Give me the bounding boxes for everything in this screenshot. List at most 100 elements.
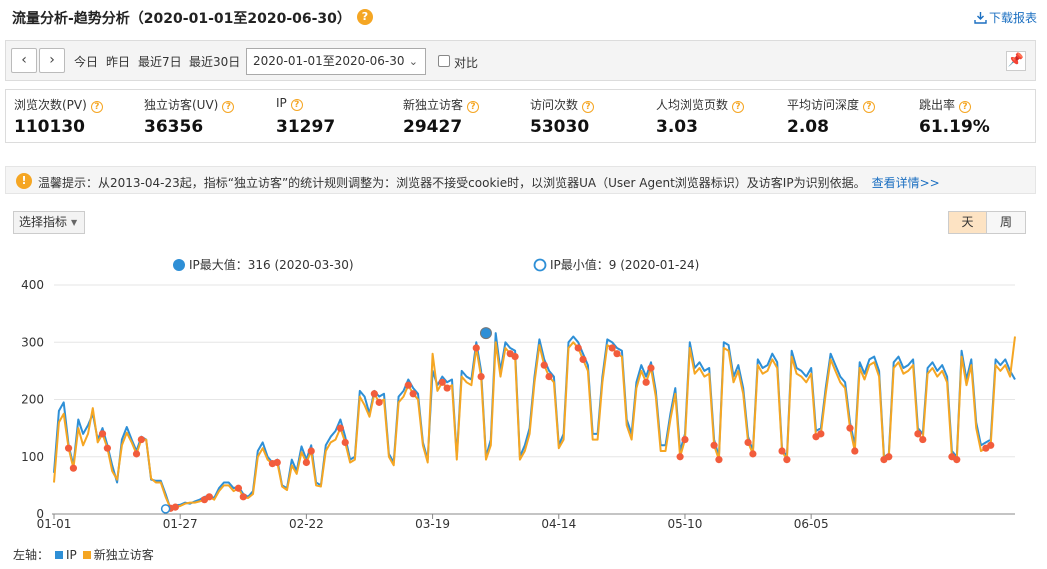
next-period-button[interactable]: › [39, 48, 65, 73]
notice-text: 温馨提示：从2013-04-23起，指标“独立访客”的统计规则调整为：浏览器不接… [38, 174, 940, 191]
weekend-point [579, 355, 587, 364]
min-legend-label: IP最小值：9 (2020-01-24) [550, 257, 699, 272]
min-legend-marker [533, 258, 547, 272]
page-title: 流量分析-趋势分析（2020-01-01至2020-06-30）? [12, 8, 373, 28]
download-icon [974, 12, 987, 24]
weekend-point [443, 384, 451, 392]
metric-label: 浏览次数(PV)? [14, 96, 103, 113]
weekend-point [404, 381, 412, 389]
pin-icon[interactable]: 📌 [1006, 51, 1026, 71]
download-label: 下载报表 [988, 11, 1037, 25]
notice-bar: ! 温馨提示：从2013-04-23起，指标“独立访客”的统计规则调整为：浏览器… [5, 166, 1036, 194]
weekend-point [307, 447, 315, 455]
weekend-point [744, 438, 752, 447]
metric-label-text: 跳出率 [919, 98, 956, 112]
weekend-point [642, 378, 650, 386]
weekend-point [914, 430, 922, 438]
y-tick-label: 300 [21, 335, 44, 349]
metric-label: 平均访问深度? [787, 96, 876, 113]
quick-range-30days[interactable]: 最近30日 [189, 53, 240, 70]
metric-label-text: 浏览次数(PV) [14, 98, 87, 112]
help-icon[interactable]: ? [290, 99, 303, 111]
y-tick-label: 200 [21, 393, 44, 407]
weekend-point [205, 493, 213, 501]
help-icon[interactable]: ? [222, 101, 235, 113]
chevron-down-icon: ⌄ [408, 55, 418, 68]
legend-item-new-visitor[interactable]: 新独立访客 [94, 548, 154, 562]
metric-value: 2.08 [787, 117, 829, 137]
weekend-point [375, 398, 383, 406]
x-tick-label: 01-27 [163, 517, 198, 531]
metric-value: 31297 [276, 117, 336, 137]
x-tick-label: 01-01 [37, 517, 72, 531]
quick-range-yesterday[interactable]: 昨日 [106, 53, 130, 70]
help-icon[interactable]: ? [467, 101, 480, 113]
weekend-point [846, 424, 854, 432]
x-tick-label: 02-22 [289, 517, 324, 531]
legend-swatch-new-visitor [82, 551, 91, 559]
metric-select-button[interactable]: 选择指标 ▼ [13, 211, 85, 234]
metric-label: 独立访客(UV)? [144, 96, 235, 113]
weekend-point [336, 424, 344, 432]
y-tick-label: 400 [21, 278, 44, 292]
legend-swatch-ip [55, 551, 64, 559]
x-tick-label: 05-10 [668, 517, 703, 531]
legend-item-ip[interactable]: IP [66, 548, 77, 562]
weekend-point [341, 438, 349, 447]
weekend-point [171, 503, 179, 511]
notice-details-link[interactable]: 查看详情>> [872, 176, 940, 190]
weekend-point [715, 456, 723, 464]
weekend-point [608, 344, 616, 352]
date-range-value: 2020-01-01至2020-06-30 [253, 54, 405, 68]
help-icon[interactable]: ? [959, 101, 972, 113]
help-icon[interactable]: ? [582, 101, 595, 113]
weekend-point [710, 441, 718, 449]
metric-label-text: 访问次数 [530, 98, 579, 112]
max-legend-label: IP最大值：316 (2020-03-30) [189, 257, 354, 272]
weekend-point [540, 361, 548, 369]
weekend-point [851, 447, 859, 455]
weekend-point [234, 484, 243, 492]
metric-label-text: 平均访问深度 [787, 98, 860, 112]
ip-max-point [479, 327, 492, 340]
download-report-link[interactable]: 下载报表 [974, 9, 1037, 26]
weekend-point [370, 390, 378, 398]
metric-select-label: 选择指标 [19, 215, 68, 229]
metric-value: 61.19% [919, 117, 990, 137]
weekend-point [137, 435, 145, 444]
chart-legend: 左轴： IP 新独立访客 [13, 546, 154, 563]
metric-label: 新独立访客? [403, 96, 480, 113]
ip-series-line [53, 332, 1016, 510]
compare-checkbox[interactable] [438, 55, 450, 67]
weekend-point [676, 453, 684, 461]
granularity-day-button[interactable]: 天 [948, 211, 987, 234]
notice-icon: ! [16, 173, 32, 189]
weekend-point [239, 493, 247, 501]
metric-value: 36356 [144, 117, 204, 137]
date-range-select[interactable]: 2020-01-01至2020-06-30 ⌄ [246, 48, 426, 75]
granularity-week-button[interactable]: 周 [987, 211, 1026, 234]
weekend-point [613, 350, 621, 358]
page-title-text: 流量分析-趋势分析（2020-01-01至2020-06-30） [12, 11, 351, 27]
quick-range-7days[interactable]: 最近7日 [138, 53, 182, 70]
metric-value: 53030 [530, 117, 590, 137]
trend-chart: 010020030040001-01 01-27 02-22 03-19 04-14 05… [21, 257, 1016, 531]
metric-value: 29427 [403, 117, 463, 137]
x-tick-label: 04-14 [541, 517, 576, 531]
weekend-point [273, 458, 281, 467]
help-icon[interactable]: ? [732, 101, 745, 113]
new-visitor-series-line [53, 336, 1016, 510]
weekend-point [132, 450, 141, 458]
metric-label-text: 人均浏览页数 [656, 98, 729, 112]
metric-label: 人均浏览页数? [656, 96, 745, 113]
weekend-point [409, 390, 417, 398]
help-icon[interactable]: ? [90, 101, 103, 113]
prev-period-button[interactable]: ‹ [11, 48, 37, 73]
weekend-point [885, 453, 893, 461]
weekend-point [817, 430, 825, 438]
ip-min-point [160, 504, 171, 514]
weekend-point [987, 441, 995, 449]
quick-range-today[interactable]: 今日 [74, 53, 98, 70]
help-icon[interactable]: ? [356, 9, 373, 25]
help-icon[interactable]: ? [863, 101, 876, 113]
